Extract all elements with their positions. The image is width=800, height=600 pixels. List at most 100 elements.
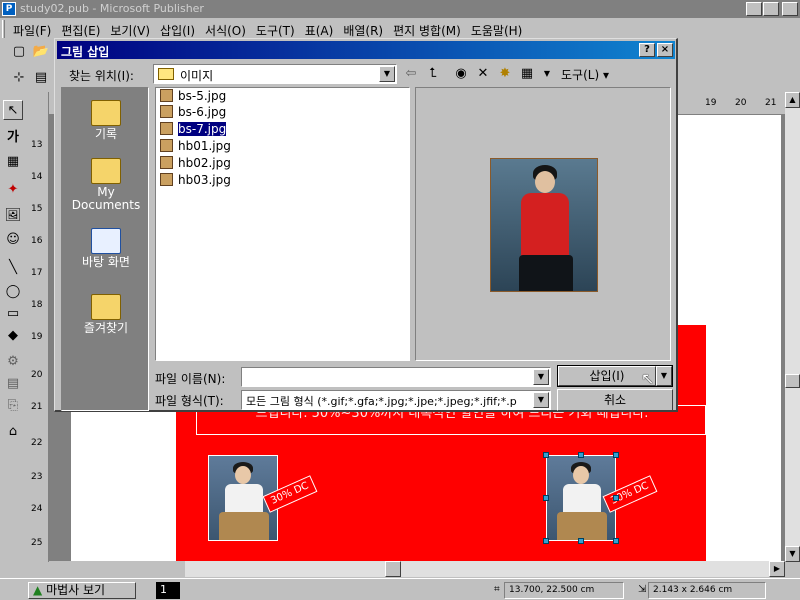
design-gallery-icon[interactable]: ⚙ xyxy=(3,352,23,372)
photo-figure-jacket xyxy=(563,484,601,514)
hruler-number: 21 xyxy=(765,98,777,108)
scroll-down-arrow-icon[interactable]: ▼ xyxy=(785,546,800,562)
vruler-number: 24 xyxy=(31,504,43,514)
scroll-up-arrow-icon[interactable]: ▲ xyxy=(785,92,800,108)
vruler-number: 16 xyxy=(31,236,43,246)
wizard-toggle-button[interactable]: ▲ 마법사 보기 xyxy=(28,582,136,599)
html-code-icon[interactable]: ⎘ xyxy=(3,396,23,416)
selection-handle[interactable] xyxy=(613,495,619,501)
horizontal-scroll-thumb[interactable] xyxy=(385,561,401,577)
menu-file[interactable]: 파일(F) xyxy=(8,19,56,42)
form-control-icon[interactable]: ▤ xyxy=(3,374,23,394)
custom-shape-icon[interactable]: ◆ xyxy=(3,326,23,346)
photo-figure-skirt xyxy=(219,512,269,540)
close-button[interactable]: × xyxy=(782,2,798,16)
preview-pane xyxy=(415,87,671,361)
hruler-number: 19 xyxy=(705,98,717,108)
dialog-close-button[interactable]: × xyxy=(657,43,673,57)
vertical-scroll-thumb[interactable] xyxy=(785,374,800,388)
search-web-icon[interactable]: ◉ xyxy=(451,65,471,83)
delete-icon[interactable]: ✕ xyxy=(473,65,493,83)
object-icon[interactable]: ⌂ xyxy=(3,422,23,442)
new-folder-icon[interactable]: ✸ xyxy=(495,65,515,83)
tools-menu-button[interactable]: 도구(L) ▾ xyxy=(561,66,609,83)
rectangle-icon[interactable]: ▭ xyxy=(3,304,23,324)
wordart-icon[interactable]: ✦ xyxy=(3,180,23,200)
scroll-right-arrow-icon[interactable]: ▶ xyxy=(769,561,785,577)
selection-handle[interactable] xyxy=(543,452,549,458)
lookin-dropdown[interactable]: 이미지 ▼ xyxy=(153,64,397,84)
dialog-titlebar[interactable]: 그림 삽입 ? × xyxy=(57,41,675,59)
file-item[interactable]: hb02.jpg xyxy=(160,155,231,171)
new-document-icon[interactable]: ▢ xyxy=(8,41,30,63)
file-item[interactable]: bs-5.jpg xyxy=(160,88,226,104)
cancel-button[interactable]: 취소 xyxy=(557,389,673,411)
back-arrow-icon[interactable]: ⇦ xyxy=(401,65,421,83)
place-label: 즐겨찾기 xyxy=(83,321,129,335)
position-icon: ⌗ xyxy=(494,584,500,595)
up-one-level-icon[interactable]: ⮤ xyxy=(423,65,443,83)
file-item-selected[interactable]: bs-7.jpg xyxy=(160,121,228,137)
lookin-label: 찾는 위치(I): xyxy=(69,69,134,83)
selection-handle[interactable] xyxy=(613,452,619,458)
file-item[interactable]: bs-6.jpg xyxy=(160,104,226,120)
photo-figure-jacket xyxy=(225,484,263,514)
oval-icon[interactable]: ◯ xyxy=(3,282,23,302)
table-tool-icon[interactable]: ▦ xyxy=(3,152,23,172)
filename-label: 파일 이름(N): xyxy=(155,372,226,386)
photo-figure-skirt xyxy=(557,512,607,540)
vertical-ruler[interactable]: 13 14 15 16 17 18 19 20 21 22 23 24 25 xyxy=(27,92,49,562)
views-icon[interactable]: ▦ xyxy=(517,65,537,83)
selection-handle[interactable] xyxy=(578,538,584,544)
connect-frame-icon[interactable]: ▤ xyxy=(30,67,52,89)
file-name: hb01.jpg xyxy=(178,139,231,153)
place-history[interactable]: 기록 xyxy=(62,100,150,141)
help-button[interactable]: ? xyxy=(639,43,655,57)
chevron-down-icon[interactable]: ▼ xyxy=(379,66,395,82)
picture-tool-icon[interactable]: 🖼 xyxy=(3,206,23,226)
my-documents-folder-icon xyxy=(91,158,121,184)
clipart-icon[interactable]: ☺ xyxy=(3,230,23,250)
vertical-scrollbar[interactable]: ▲ ▼ xyxy=(785,92,800,562)
file-item[interactable]: hb01.jpg xyxy=(160,138,231,154)
vruler-number: 15 xyxy=(31,204,43,214)
file-name: hb03.jpg xyxy=(178,173,231,187)
text-tool-icon[interactable]: 가 xyxy=(3,128,23,148)
size-icon: ⇲ xyxy=(638,584,647,595)
pointer-icon[interactable]: ↖ xyxy=(3,100,23,120)
filetype-dropdown[interactable]: 모든 그림 형식 (*.gif;*.gfa;*.jpg;*.jpe;*.jpeg… xyxy=(241,390,551,410)
chevron-down-icon[interactable]: ▼ xyxy=(533,369,549,385)
jpg-file-icon xyxy=(160,122,173,135)
horizontal-scrollbar[interactable]: ▶ xyxy=(185,561,785,577)
lookin-value: 이미지 xyxy=(180,69,214,83)
page-navigator[interactable]: 1 xyxy=(156,582,180,599)
place-favorites[interactable]: 즐겨찾기 xyxy=(62,294,150,335)
filename-combo[interactable]: ▼ xyxy=(241,367,551,387)
restore-button[interactable]: ▫ xyxy=(763,2,779,16)
file-list[interactable]: bs-5.jpg bs-6.jpg bs-7.jpg hb01.jpg hb02… xyxy=(155,87,410,361)
place-desktop[interactable]: 바탕 화면 xyxy=(62,228,150,269)
place-label: 바탕 화면 xyxy=(82,255,130,269)
file-name: bs-5.jpg xyxy=(178,89,227,103)
chevron-down-icon[interactable]: ▼ xyxy=(533,392,549,408)
mouse-cursor-icon: ↖ xyxy=(641,369,655,388)
selection-handle[interactable] xyxy=(543,495,549,501)
publisher-app-icon[interactable]: P xyxy=(2,2,16,16)
vruler-number: 14 xyxy=(31,172,43,182)
views-dropdown-icon[interactable]: ▼ xyxy=(537,65,557,83)
place-label: 기록 xyxy=(94,127,118,141)
insert-options-dropdown-icon[interactable]: ▼ xyxy=(656,366,672,386)
place-my-documents[interactable]: My Documents xyxy=(62,158,150,212)
insert-button-group: 삽입(I) ▼ xyxy=(557,365,673,387)
selection-handle[interactable] xyxy=(578,452,584,458)
open-folder-icon[interactable]: 📂 xyxy=(30,41,52,63)
line-icon[interactable]: ╲ xyxy=(3,258,23,278)
selection-handle[interactable] xyxy=(613,538,619,544)
menubar-grip[interactable] xyxy=(2,20,5,38)
preview-figure-head xyxy=(535,171,555,193)
snap-icon[interactable]: ⊹ xyxy=(8,67,30,89)
file-item[interactable]: hb03.jpg xyxy=(160,172,231,188)
selection-handle[interactable] xyxy=(543,538,549,544)
minimize-button[interactable]: _ xyxy=(746,2,762,16)
filetype-label: 파일 형식(T): xyxy=(155,394,224,408)
